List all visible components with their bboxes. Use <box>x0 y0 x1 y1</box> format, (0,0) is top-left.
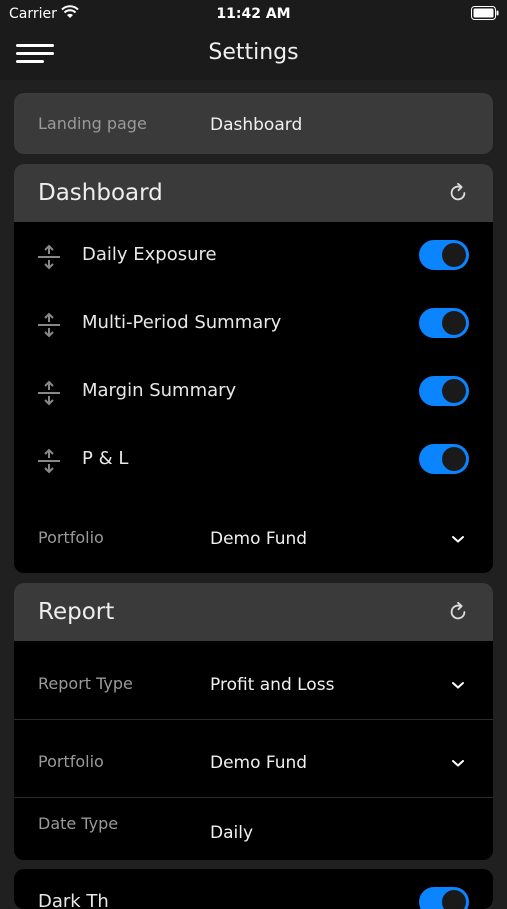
dashboard-portfolio-selector[interactable]: Portfolio Demo Fund <box>14 494 493 573</box>
landing-page-value: Dashboard <box>210 115 303 135</box>
dashboard-item-row: P & L <box>14 426 493 495</box>
report-type-selector[interactable]: Report Type Profit and Loss <box>14 641 493 720</box>
dashboard-item-toggle[interactable] <box>419 376 469 406</box>
report-type-value: Profit and Loss <box>210 675 335 695</box>
reorder-handle-icon[interactable] <box>36 448 62 474</box>
landing-page-label: Landing page <box>38 114 147 133</box>
refresh-icon[interactable] <box>447 601 469 623</box>
date-type-label: Date Type <box>38 814 119 833</box>
report-section: Report Report Type Profit and Loss Portf… <box>14 583 493 860</box>
reorder-handle-icon[interactable] <box>36 244 62 270</box>
report-date-type-selector[interactable]: Date Type Daily <box>14 798 493 860</box>
chevron-down-icon[interactable] <box>451 534 465 544</box>
chevron-down-icon[interactable] <box>451 758 465 768</box>
dark-theme-row: Dark Th <box>14 869 493 909</box>
clock-time: 11:42 AM <box>216 6 291 22</box>
date-type-value: Daily <box>210 823 254 843</box>
dashboard-item-toggle[interactable] <box>419 240 469 270</box>
dashboard-section: Dashboard Daily Exposure Multi-Period Su… <box>14 164 493 573</box>
dashboard-item-row: Daily Exposure <box>14 222 493 291</box>
refresh-icon[interactable] <box>447 182 469 204</box>
dashboard-section-title: Dashboard <box>38 180 163 206</box>
dark-theme-toggle[interactable] <box>419 887 469 909</box>
dashboard-item-toggle[interactable] <box>419 308 469 338</box>
portfolio-value: Demo Fund <box>210 753 308 773</box>
report-section-header: Report <box>14 583 493 641</box>
reorder-handle-icon[interactable] <box>36 312 62 338</box>
chevron-down-icon[interactable] <box>451 680 465 690</box>
page-title: Settings <box>208 40 299 65</box>
status-bar: Carrier 11:42 AM <box>0 0 507 30</box>
dashboard-item-label: Multi-Period Summary <box>82 312 282 333</box>
portfolio-label: Portfolio <box>38 528 104 547</box>
navigation-bar: Settings <box>0 30 507 80</box>
dashboard-item-row: Multi-Period Summary <box>14 290 493 359</box>
dashboard-item-label: Margin Summary <box>82 380 237 401</box>
dashboard-item-row: Margin Summary <box>14 358 493 427</box>
dashboard-item-toggle[interactable] <box>419 444 469 474</box>
report-type-label: Report Type <box>38 674 133 693</box>
report-section-title: Report <box>38 599 115 625</box>
battery-icon <box>471 6 499 20</box>
dashboard-section-header: Dashboard <box>14 164 493 222</box>
dashboard-item-label: Daily Exposure <box>82 244 217 265</box>
dark-theme-label: Dark Th <box>38 891 109 909</box>
reorder-handle-icon[interactable] <box>36 380 62 406</box>
portfolio-value: Demo Fund <box>210 529 308 549</box>
dashboard-item-label: P & L <box>82 448 129 469</box>
portfolio-label: Portfolio <box>38 752 104 771</box>
report-portfolio-selector[interactable]: Portfolio Demo Fund <box>14 720 493 798</box>
landing-page-selector[interactable]: Landing page Dashboard <box>14 93 493 154</box>
